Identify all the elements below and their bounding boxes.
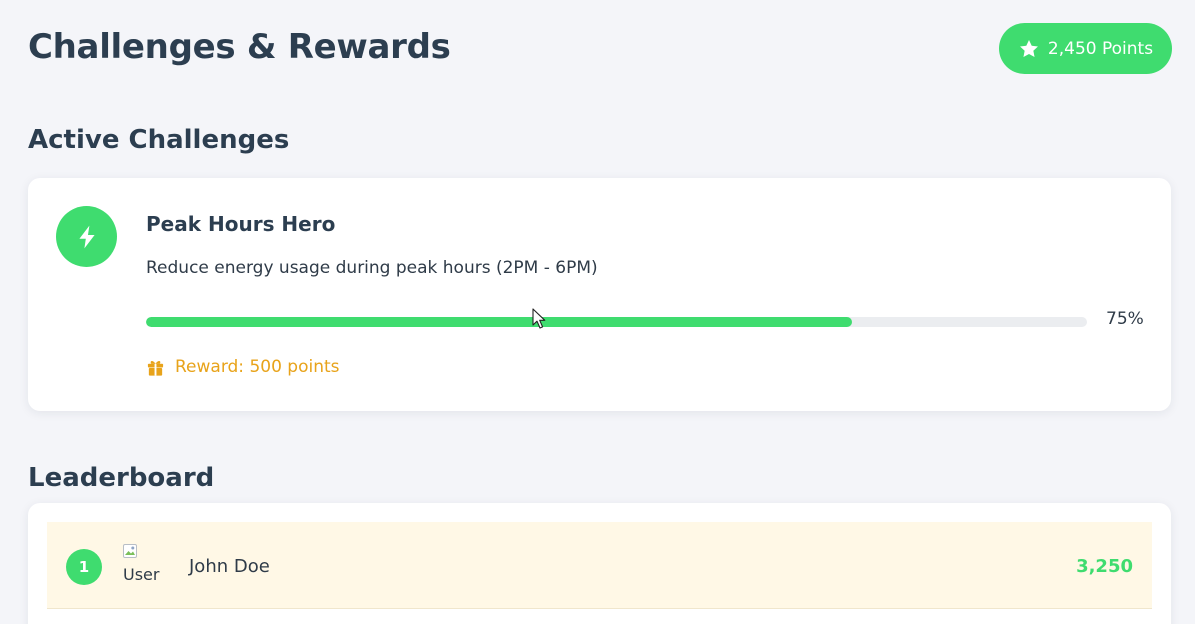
- challenge-reward-label: Reward: 500 points: [175, 357, 340, 377]
- rank-badge: 1: [66, 549, 102, 585]
- page-title: Challenges & Rewards: [28, 27, 451, 67]
- challenge-description: Reduce energy usage during peak hours (2…: [146, 258, 598, 278]
- challenge-progress-label: 75%: [1106, 309, 1144, 329]
- avatar: User: [120, 543, 164, 587]
- challenge-title: Peak Hours Hero: [146, 212, 336, 236]
- active-challenges-heading: Active Challenges: [28, 125, 290, 155]
- broken-image-icon: [123, 544, 137, 558]
- lightning-icon: [56, 206, 117, 267]
- star-icon: [1018, 38, 1040, 60]
- leaderboard-user-points: 3,250: [1076, 556, 1133, 577]
- points-badge-label: 2,450 Points: [1047, 38, 1154, 59]
- leaderboard-card: 1 User John Doe 3,250: [28, 503, 1171, 624]
- challenge-progress-bar: [146, 317, 1087, 327]
- avatar-alt-text: User: [123, 565, 160, 584]
- gift-icon: [146, 358, 165, 377]
- challenges-page: Challenges & Rewards 2,450 Points Active…: [0, 0, 1195, 624]
- challenge-card[interactable]: Peak Hours Hero Reduce energy usage duri…: [28, 178, 1171, 411]
- leaderboard-user-name: John Doe: [189, 556, 270, 577]
- challenge-progress-fill: [146, 317, 852, 327]
- challenge-reward: Reward: 500 points: [146, 357, 340, 377]
- points-badge[interactable]: 2,450 Points: [999, 23, 1172, 74]
- mouse-cursor-icon: [532, 308, 546, 329]
- leaderboard-row[interactable]: 1 User John Doe 3,250: [47, 522, 1152, 609]
- leaderboard-heading: Leaderboard: [28, 463, 215, 493]
